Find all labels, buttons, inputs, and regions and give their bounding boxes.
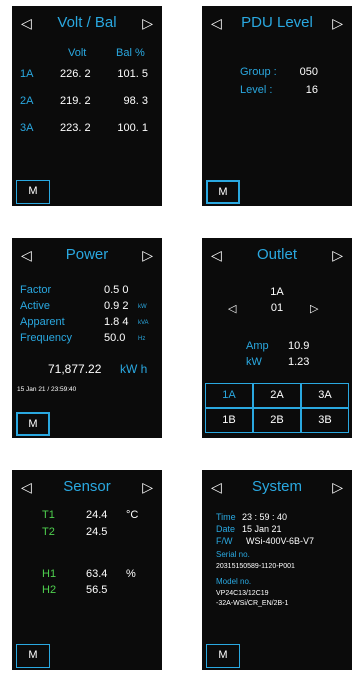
screen-header: ◁ System ▷ <box>202 470 352 504</box>
power-label: Apparent <box>20 316 65 328</box>
serial-value: 20315150589-1120-P001 <box>216 563 295 570</box>
screen-header: ◁ Volt / Bal ▷ <box>12 6 162 40</box>
bank-button[interactable]: 1A <box>205 383 253 408</box>
volt-bal-screen: ◁ Volt / Bal ▷ Volt Bal % 1A 226. 2 101.… <box>12 6 162 206</box>
next-screen-icon[interactable]: ▷ <box>332 15 343 31</box>
humidity-sensor-value: 56.5 <box>86 584 108 596</box>
bank-button[interactable]: 2A <box>253 383 301 408</box>
temp-unit: °C <box>126 509 139 521</box>
bal-value: 100. 1 <box>117 122 148 134</box>
volt-value: 219. 2 <box>60 95 91 107</box>
screen-title: Outlet <box>256 246 298 263</box>
power-screen: ◁ Power ▷ Factor 0.5 0 Active 0.9 2 kW A… <box>12 238 162 438</box>
screen-header: ◁ Sensor ▷ <box>12 470 162 504</box>
phase-label: 2A <box>20 95 34 107</box>
group-value: 050 <box>299 66 318 78</box>
next-screen-icon[interactable]: ▷ <box>142 479 153 495</box>
temp-sensor-label: T2 <box>42 526 55 538</box>
model-value-line1: VP24C13/12C19 <box>216 590 269 597</box>
menu-button[interactable]: M <box>16 644 50 668</box>
screen-title: System <box>251 478 302 495</box>
screen-title: PDU Level <box>241 14 313 31</box>
sensor-screen: ◁ Sensor ▷ T1 24.4 °C T2 24.5 H1 63.4 % … <box>12 470 162 670</box>
humidity-sensor-label: H1 <box>42 568 57 580</box>
screen-title: Volt / Bal <box>57 14 117 31</box>
kw-label: kW <box>246 356 262 368</box>
bal-value: 101. 5 <box>117 68 148 80</box>
humidity-sensor-label: H2 <box>42 584 57 596</box>
screen-header: ◁ Outlet ▷ <box>202 238 352 272</box>
screen-header: ◁ PDU Level ▷ <box>202 6 352 40</box>
bank-button[interactable]: 1B <box>205 408 253 433</box>
next-screen-icon[interactable]: ▷ <box>142 247 153 263</box>
bal-column-header: Bal % <box>116 47 145 59</box>
model-value-line2: -32A-WSi/CR_EN/2B-1 <box>216 600 289 607</box>
power-value: 0.9 2 <box>104 300 129 312</box>
humidity-unit: % <box>126 568 136 580</box>
next-screen-icon[interactable]: ▷ <box>332 479 343 495</box>
firmware-label: F/W <box>216 536 233 546</box>
phase-label: 1A <box>20 68 34 80</box>
time-value: 23 : 59 : 40 <box>242 512 288 522</box>
screen-title: Power <box>65 246 109 263</box>
energy-unit: kW h <box>120 362 148 376</box>
power-label: Frequency <box>20 332 72 344</box>
bal-value: 98. 3 <box>123 95 148 107</box>
power-value: 0.5 0 <box>104 284 129 296</box>
humidity-sensor-value: 63.4 <box>86 568 108 580</box>
power-label: Factor <box>20 284 52 296</box>
amp-label: Amp <box>246 340 269 352</box>
menu-button[interactable]: M <box>206 180 240 204</box>
next-screen-icon[interactable]: ▷ <box>332 247 343 263</box>
volt-value: 226. 2 <box>60 68 91 80</box>
level-label: Level : <box>240 84 273 96</box>
group-label: Group : <box>240 66 277 78</box>
energy-value: 71,877.22 <box>48 362 102 376</box>
serial-label: Serial no. <box>216 550 250 559</box>
outlet-next-icon[interactable]: ▷ <box>310 302 318 315</box>
amp-value: 10.9 <box>288 340 310 352</box>
power-unit: kW <box>138 304 147 310</box>
pdu-level-screen: ◁ PDU Level ▷ Group : 050 Level : 16 M <box>202 6 352 206</box>
firmware-value: WSi-400V-6B-V7 <box>246 536 315 546</box>
power-unit: Hz <box>138 336 146 342</box>
level-value: 16 <box>305 84 318 96</box>
bank-button[interactable]: 3A <box>301 383 349 408</box>
temp-sensor-label: T1 <box>42 509 55 521</box>
next-screen-icon[interactable]: ▷ <box>142 15 153 31</box>
menu-button[interactable]: M <box>206 644 240 668</box>
datetime-text: 15 Jan 21 / 23:59:40 <box>17 386 77 393</box>
outlet-screen: ◁ Outlet ▷ 1A ◁ 01 ▷ Amp 10.9 kW 1.23 1A… <box>202 238 352 438</box>
menu-button[interactable]: M <box>16 412 50 436</box>
bank-button[interactable]: 3B <box>301 408 349 433</box>
power-unit: kVA <box>138 320 149 326</box>
power-label: Active <box>20 300 50 312</box>
bank-button[interactable]: 2B <box>253 408 301 433</box>
phase-label: 3A <box>20 122 34 134</box>
outlet-number: 01 <box>270 302 284 314</box>
power-value: 50.0 <box>104 332 126 344</box>
system-screen: ◁ System ▷ Time 23 : 59 : 40 Date 15 Jan… <box>202 470 352 670</box>
screen-header: ◁ Power ▷ <box>12 238 162 272</box>
screen-title: Sensor <box>63 478 111 495</box>
volt-column-header: Volt <box>68 47 87 59</box>
time-label: Time <box>216 512 236 522</box>
volt-value: 223. 2 <box>60 122 91 134</box>
model-label: Model no. <box>216 577 252 586</box>
menu-button[interactable]: M <box>16 180 50 204</box>
temp-sensor-value: 24.4 <box>86 509 108 521</box>
outlet-bank: 1A <box>270 286 284 298</box>
power-value: 1.8 4 <box>104 316 129 328</box>
kw-value: 1.23 <box>288 356 310 368</box>
bank-selector: 1A 2A 3A 1B 2B 3B <box>205 383 349 433</box>
temp-sensor-value: 24.5 <box>86 526 108 538</box>
date-label: Date <box>216 524 236 534</box>
date-value: 15 Jan 21 <box>242 524 282 534</box>
